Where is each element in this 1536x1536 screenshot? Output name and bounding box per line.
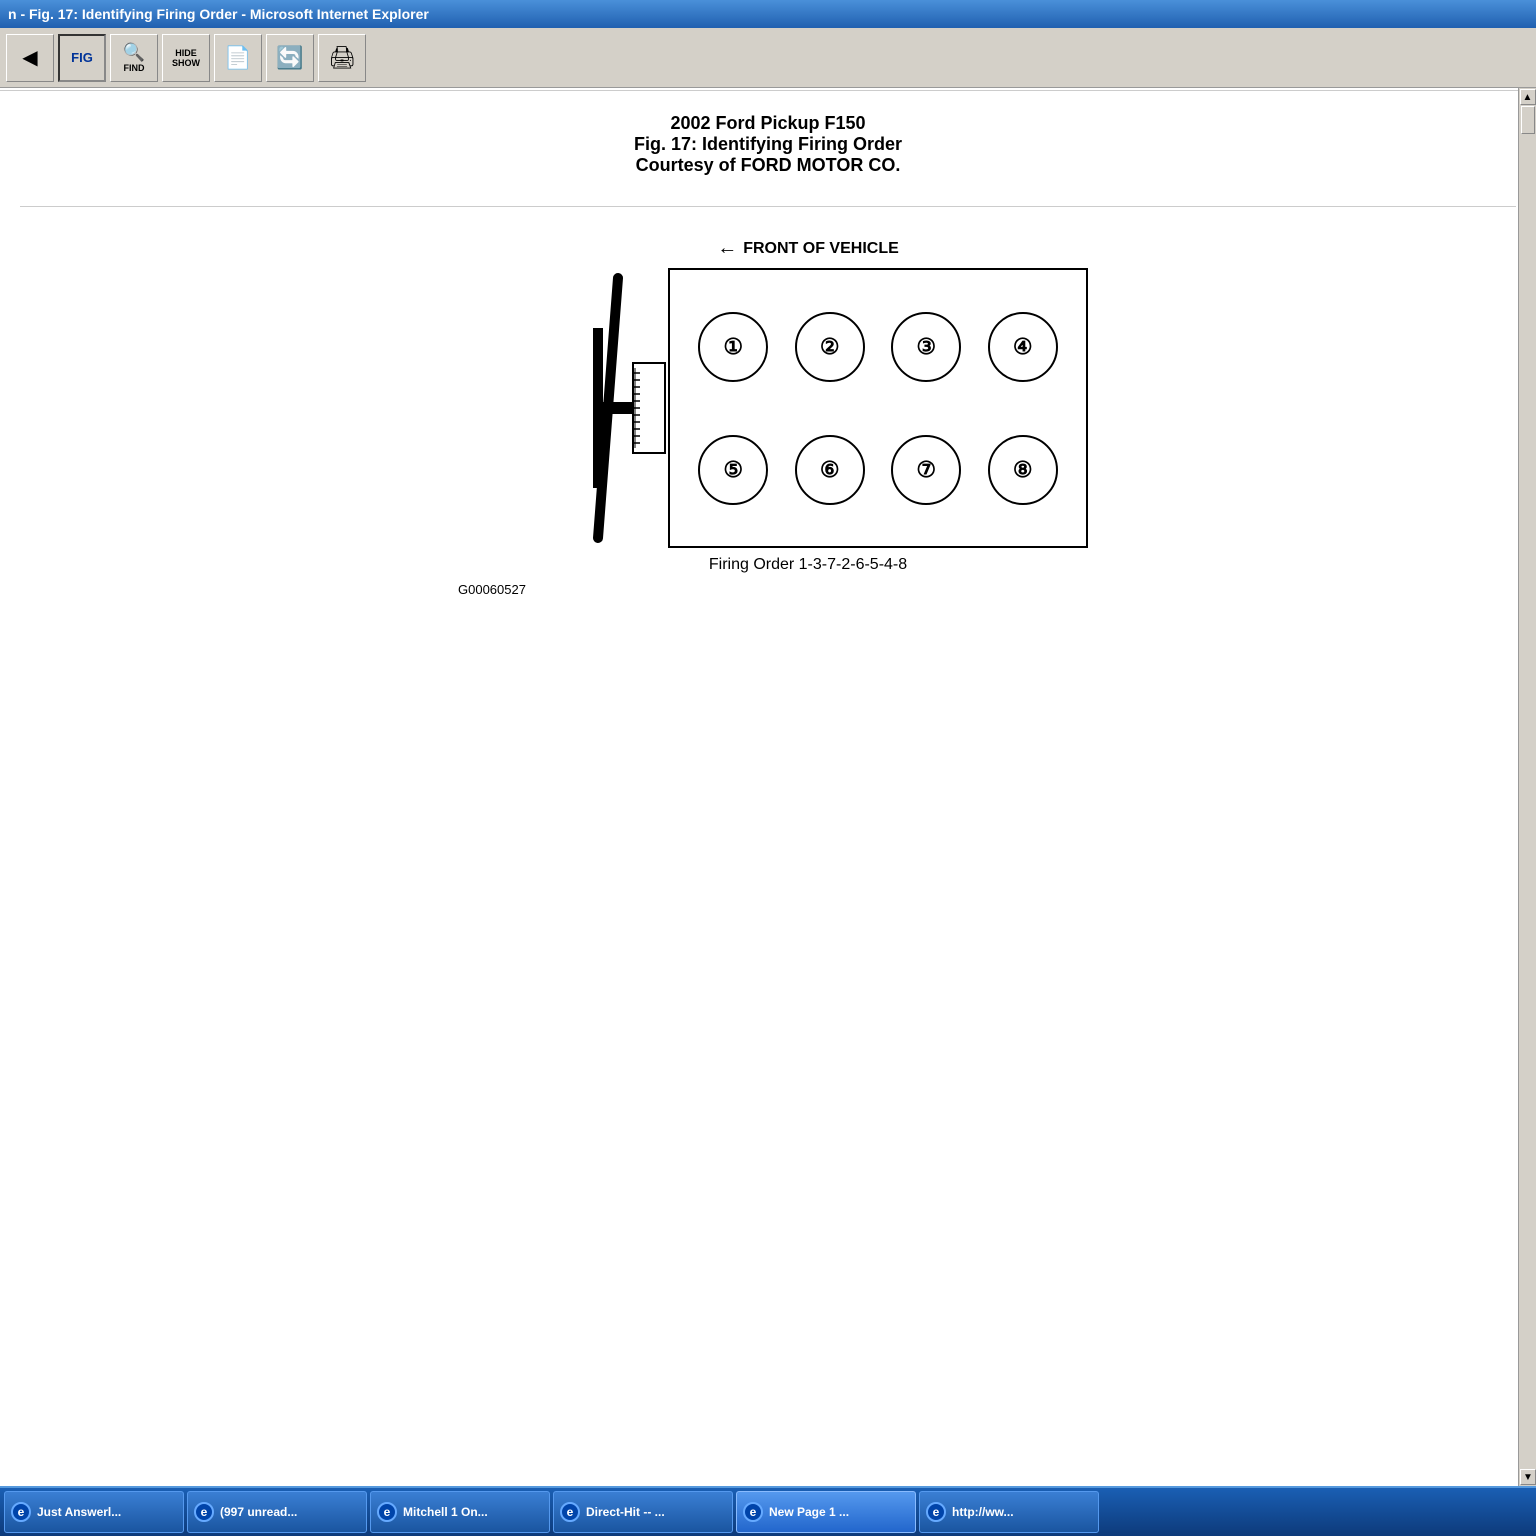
taskbar-ie-icon-2: e: [194, 1502, 214, 1522]
camshaft-svg: [588, 268, 668, 548]
back-button[interactable]: ◀: [6, 34, 54, 82]
front-arrow-icon: ←: [717, 237, 737, 260]
refresh-icon: 🔄: [276, 47, 303, 69]
taskbar-mitchell-label: Mitchell 1 On...: [403, 1505, 488, 1519]
cylinder-2: ②: [782, 285, 879, 408]
cylinder-8-circle: ⑧: [988, 435, 1058, 505]
fig-button[interactable]: FIG: [58, 34, 106, 82]
scroll-up-button[interactable]: ▲: [1520, 89, 1536, 105]
back-icon: ◀: [22, 48, 37, 68]
page-icon: 📄: [224, 47, 251, 69]
cylinder-6: ⑥: [782, 408, 879, 531]
cylinder-1-circle: ①: [698, 312, 768, 382]
page-header: 2002 Ford Pickup F150 Fig. 17: Identifyi…: [0, 113, 1536, 176]
print-button[interactable]: 🖨: [318, 34, 366, 82]
main-content: 2002 Ford Pickup F150 Fig. 17: Identifyi…: [0, 93, 1536, 1536]
scroll-thumb[interactable]: [1521, 106, 1535, 134]
taskbar-ie-icon-6: e: [926, 1502, 946, 1522]
diagram-area: ← FRONT OF VEHICLE: [0, 237, 1536, 597]
title-bar: n - Fig. 17: Identifying Firing Order - …: [0, 0, 1536, 28]
engine-block: ① ② ③ ④ ⑤ ⑥: [668, 268, 1088, 548]
taskbar-http[interactable]: e http://ww...: [919, 1491, 1099, 1533]
taskbar-ie-icon-3: e: [377, 1502, 397, 1522]
hideshow-label: HIDESHOW: [172, 48, 200, 68]
content-divider: [20, 206, 1516, 207]
scrollbar-track[interactable]: ▲ ▼: [1518, 88, 1536, 1486]
cylinder-3-circle: ③: [891, 312, 961, 382]
taskbar-mitchell[interactable]: e Mitchell 1 On...: [370, 1491, 550, 1533]
refresh-button[interactable]: 🔄: [266, 34, 314, 82]
find-icon: 🔍: [123, 43, 145, 61]
cam-assembly: [588, 268, 668, 548]
taskbar-ie-icon-4: e: [560, 1502, 580, 1522]
taskbar-ie-icon-5: e: [743, 1502, 763, 1522]
engine-wrapper: ① ② ③ ④ ⑤ ⑥: [448, 268, 1088, 548]
taskbar-justanswer[interactable]: e Just Answerl...: [4, 1491, 184, 1533]
cylinder-8: ⑧: [975, 408, 1072, 531]
taskbar-justanswer-label: Just Answerl...: [37, 1505, 121, 1519]
taskbar-directhit-label: Direct-Hit -- ...: [586, 1505, 665, 1519]
toolbar-divider: [0, 90, 1536, 91]
title-line2: Fig. 17: Identifying Firing Order: [0, 134, 1536, 155]
print-icon: 🖨: [328, 47, 356, 69]
taskbar-directhit[interactable]: e Direct-Hit -- ...: [553, 1491, 733, 1533]
title-bar-text: n - Fig. 17: Identifying Firing Order - …: [8, 6, 429, 22]
taskbar-email[interactable]: e (997 unread...: [187, 1491, 367, 1533]
cylinder-3: ③: [878, 285, 975, 408]
cylinder-2-circle: ②: [795, 312, 865, 382]
cylinder-6-circle: ⑥: [795, 435, 865, 505]
cylinder-4-circle: ④: [988, 312, 1058, 382]
title-line1: 2002 Ford Pickup F150: [0, 113, 1536, 134]
cylinder-4: ④: [975, 285, 1072, 408]
taskbar-ie-icon-1: e: [11, 1502, 31, 1522]
taskbar: e Just Answerl... e (997 unread... e Mit…: [0, 1486, 1536, 1536]
front-label-text: FRONT OF VEHICLE: [743, 240, 899, 258]
taskbar-newpage[interactable]: e New Page 1 ...: [736, 1491, 916, 1533]
front-label: ← FRONT OF VEHICLE: [528, 237, 1088, 260]
diagram-container: ← FRONT OF VEHICLE: [448, 237, 1088, 597]
cylinder-5: ⑤: [685, 408, 782, 531]
find-button[interactable]: 🔍 FIND: [110, 34, 158, 82]
taskbar-http-label: http://ww...: [952, 1505, 1014, 1519]
title-line3: Courtesy of FORD MOTOR CO.: [0, 155, 1536, 176]
firing-order-text: Firing Order 1-3-7-2-6-5-4-8: [528, 556, 1088, 574]
taskbar-newpage-label: New Page 1 ...: [769, 1505, 849, 1519]
taskbar-email-label: (997 unread...: [220, 1505, 297, 1519]
toolbar: ◀ FIG 🔍 FIND HIDESHOW 📄 🔄 🖨: [0, 28, 1536, 88]
cylinder-5-circle: ⑤: [698, 435, 768, 505]
hideshow-button[interactable]: HIDESHOW: [162, 34, 210, 82]
scroll-down-button[interactable]: ▼: [1520, 1469, 1536, 1485]
page-button[interactable]: 📄: [214, 34, 262, 82]
part-number: G00060527: [458, 582, 1088, 597]
fig-icon: FIG: [71, 50, 93, 65]
find-label: FIND: [124, 63, 145, 73]
cylinder-1: ①: [685, 285, 782, 408]
cylinder-7-circle: ⑦: [891, 435, 961, 505]
cylinder-7: ⑦: [878, 408, 975, 531]
